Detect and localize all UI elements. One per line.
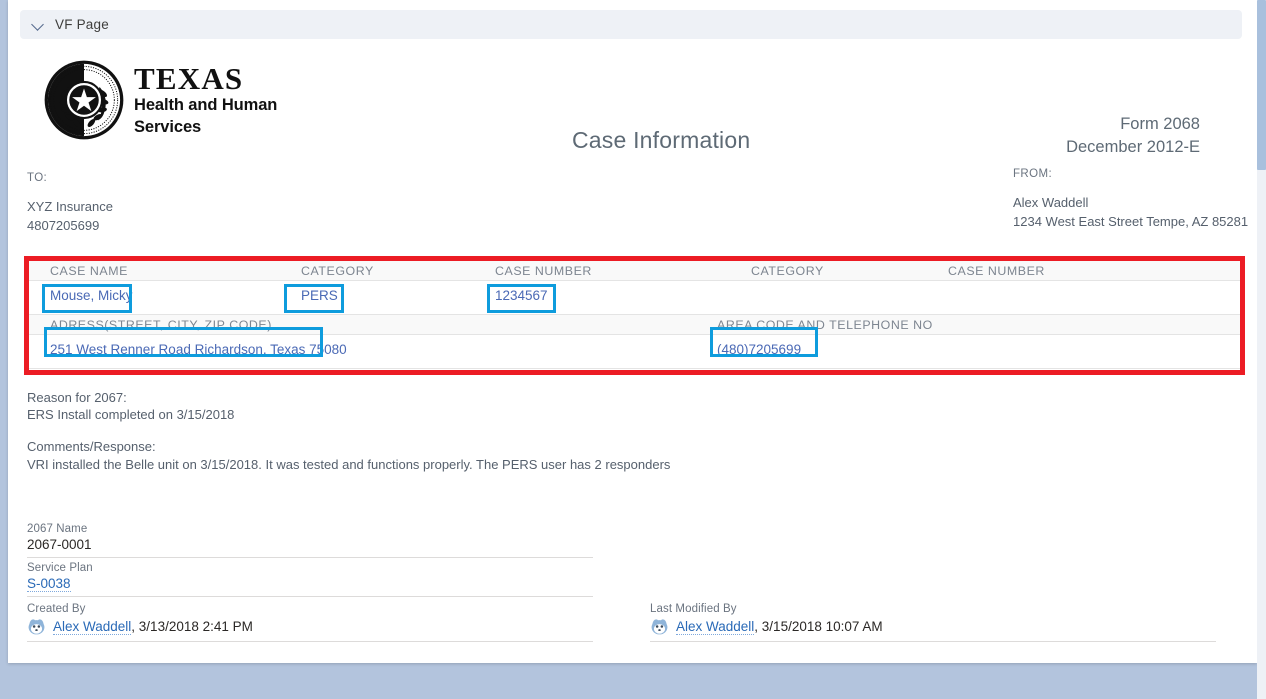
reason-value: ERS Install completed on 3/15/2018: [27, 407, 235, 422]
form-number: Form 2068: [1120, 115, 1200, 133]
page-title: Case Information: [572, 127, 751, 153]
user-avatar-icon: [650, 617, 669, 636]
value-case-name[interactable]: Mouse, Micky: [50, 288, 133, 303]
logo-line2-text: Health and Human: [134, 96, 278, 115]
to-address-block: TO: XYZ Insurance 4807205699: [27, 172, 113, 235]
created-by-user-link[interactable]: Alex Waddell: [53, 619, 132, 635]
field-created-by-label: Created By: [27, 603, 86, 615]
form-meta: Form 2068 December 2012-E: [1066, 113, 1200, 160]
field-last-modified-by: Last Modified By Alex Waddell, 3/15/2018…: [650, 603, 1216, 642]
vf-page-section-header[interactable]: VF Page: [20, 10, 1242, 39]
field-2067-name-value: 2067-0001: [27, 537, 92, 552]
case-information-table: CASE NAME CATEGORY CASE NUMBER CATEGORY …: [29, 261, 1240, 370]
field-2067-name: 2067 Name 2067-0001: [27, 523, 593, 558]
header-category: CATEGORY: [301, 264, 374, 278]
texas-state-seal-icon: [43, 59, 125, 141]
comments-value: VRI installed the Belle unit on 3/15/201…: [27, 457, 671, 472]
header-address: ADRESS(STREET, CITY, ZIP CODE): [50, 318, 272, 332]
table-value-row-1: Mouse, Micky PERS 1234567: [29, 281, 1240, 315]
from-label: FROM:: [1013, 168, 1053, 180]
reason-label: Reason for 2067:: [27, 390, 127, 405]
value-telephone[interactable]: (480)7205699: [717, 342, 801, 357]
field-service-plan: Service Plan S-0038: [27, 562, 593, 597]
created-by-row: Alex Waddell, 3/13/2018 2:41 PM: [27, 617, 593, 636]
table-header-row-2: ADRESS(STREET, CITY, ZIP CODE) AREA CODE…: [29, 315, 1240, 335]
header-category-2: CATEGORY: [751, 264, 824, 278]
field-created-by: Created By Alex Waddell, 3/13/2018 2:41 …: [27, 603, 593, 642]
table-header-row-1: CASE NAME CATEGORY CASE NUMBER CATEGORY …: [29, 261, 1240, 281]
field-service-plan-value: S-0038: [27, 576, 593, 592]
to-line-2: 4807205699: [27, 218, 100, 234]
user-avatar-icon: [27, 617, 46, 636]
chevron-down-icon[interactable]: [32, 18, 45, 31]
to-label: TO:: [27, 172, 48, 184]
from-line-2: 1234 West East Street Tempe, AZ 85281: [1013, 214, 1249, 230]
created-by-text: Alex Waddell, 3/13/2018 2:41 PM: [53, 619, 253, 635]
logo-wordmark: TEXAS Health and Human Services: [134, 63, 277, 137]
header-case-number-2: CASE NUMBER: [948, 264, 1045, 278]
logo-texas-text: TEXAS: [134, 61, 244, 97]
value-case-number[interactable]: 1234567: [495, 288, 548, 303]
value-category[interactable]: PERS: [301, 288, 338, 303]
table-value-row-2: 251 West Renner Road Richardson, Texas 7…: [29, 335, 1240, 369]
header-case-name: CASE NAME: [50, 264, 128, 278]
last-modified-by-row: Alex Waddell, 3/15/2018 10:07 AM: [650, 617, 1216, 636]
last-modified-by-timestamp: , 3/15/2018 10:07 AM: [754, 619, 883, 634]
value-address[interactable]: 251 West Renner Road Richardson, Texas 7…: [50, 342, 347, 357]
page-root: VF Page TEXAS Health and Human Services …: [0, 0, 1266, 699]
vertical-scrollbar-thumb[interactable]: [1257, 0, 1266, 170]
field-last-modified-by-label: Last Modified By: [650, 603, 737, 615]
vertical-scrollbar-track[interactable]: [1257, 0, 1266, 699]
logo-line3-text: Services: [134, 117, 202, 136]
field-2067-name-label: 2067 Name: [27, 523, 88, 535]
from-line-1: Alex Waddell: [1013, 195, 1089, 210]
to-line-1: XYZ Insurance: [27, 199, 113, 214]
texas-hhs-logo: TEXAS Health and Human Services: [43, 59, 277, 141]
from-address-block: FROM: Alex Waddell 1234 West East Street…: [1013, 168, 1248, 231]
comments-label: Comments/Response:: [27, 439, 156, 454]
field-service-plan-label: Service Plan: [27, 562, 93, 574]
service-plan-link[interactable]: S-0038: [27, 576, 71, 592]
last-modified-by-user-link[interactable]: Alex Waddell: [676, 619, 755, 635]
form-date: December 2012-E: [1066, 138, 1200, 157]
header-telephone: AREA CODE AND TELEPHONE NO: [717, 318, 933, 332]
vf-page-title: VF Page: [55, 17, 109, 32]
header-case-number: CASE NUMBER: [495, 264, 592, 278]
created-by-timestamp: , 3/13/2018 2:41 PM: [131, 619, 253, 634]
last-modified-by-text: Alex Waddell, 3/15/2018 10:07 AM: [676, 619, 883, 635]
